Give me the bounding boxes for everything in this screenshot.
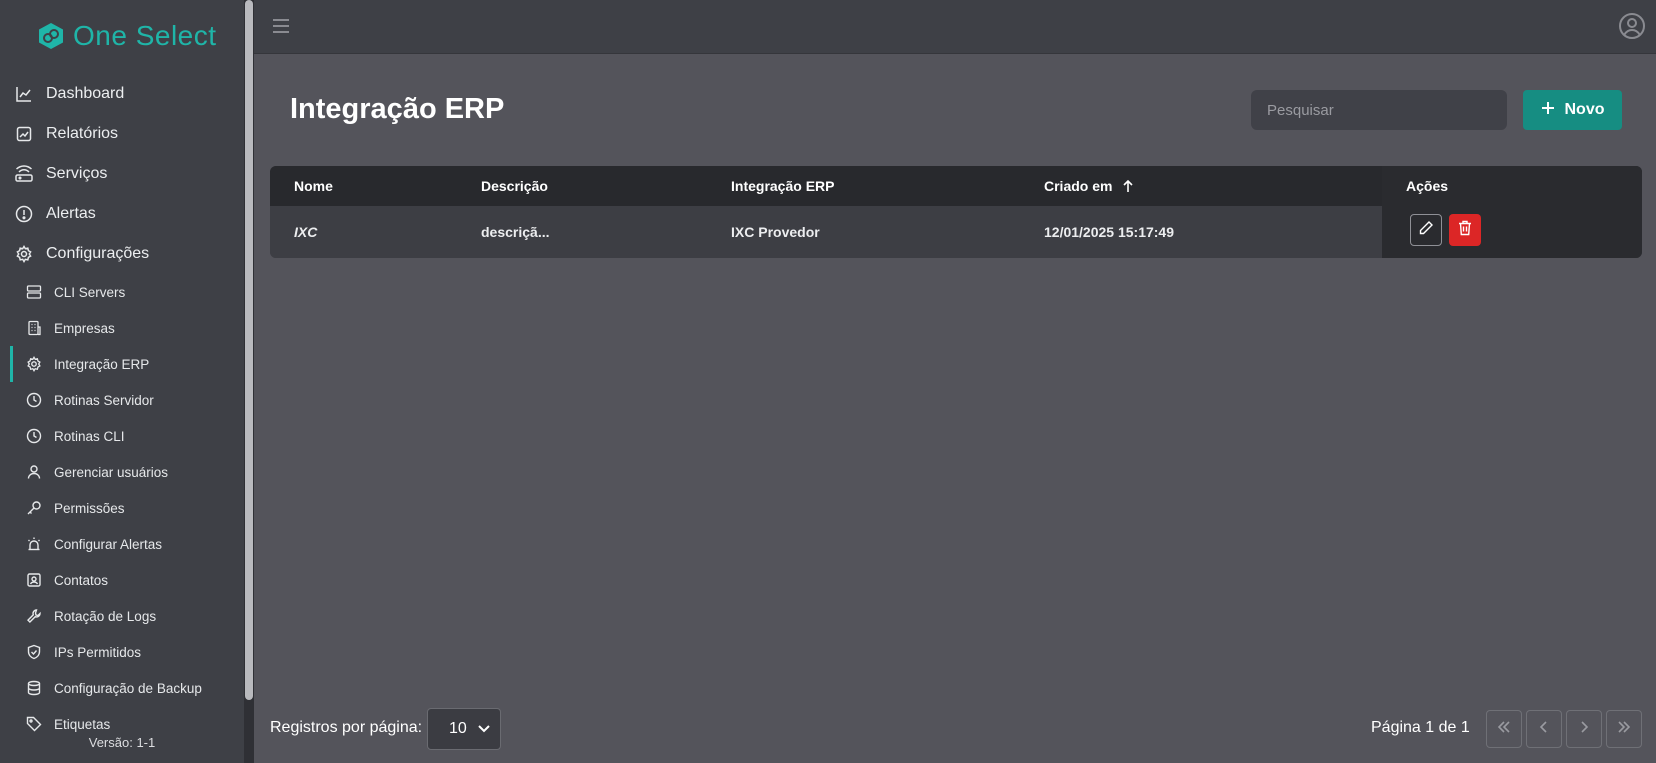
cell-integracao: IXC Provedor [731, 224, 820, 240]
search-input[interactable] [1251, 90, 1507, 130]
column-header-descricao[interactable]: Descrição [481, 166, 548, 206]
siren-icon [26, 536, 42, 552]
logo-icon [37, 22, 65, 50]
cell-criado: 12/01/2025 15:17:49 [1044, 224, 1174, 240]
brand-logo[interactable]: One Select [37, 20, 217, 52]
app-version: Versão: 1-1 [88, 735, 156, 750]
sidebar-item-rotinas-servidor[interactable]: Rotinas Servidor [0, 382, 244, 418]
sort-ascending-icon[interactable] [1122, 179, 1134, 198]
database-icon [26, 680, 42, 696]
cell-nome: IXC [294, 224, 318, 240]
per-page-value: 10 [449, 720, 467, 737]
alert-icon [14, 204, 34, 224]
sidebar-item-label: Configurar Alertas [54, 536, 163, 552]
report-icon [14, 124, 34, 144]
sidebar-item-label: Rotinas Servidor [54, 392, 154, 408]
user-icon [26, 464, 42, 480]
delete-button[interactable] [1449, 214, 1481, 246]
sidebar-item-label: Dashboard [46, 85, 125, 102]
wrench-icon [26, 608, 42, 624]
sidebar-item-relatorios[interactable]: Relatórios [0, 114, 244, 154]
sidebar-item-label: Serviços [46, 165, 108, 182]
page-info: Página 1 de 1 [1371, 719, 1470, 736]
sidebar-item-ips-permitidos[interactable]: IPs Permitidos [0, 634, 244, 670]
column-header-criado[interactable]: Criado em [1044, 166, 1112, 206]
sidebar-item-label: Contatos [54, 572, 109, 588]
sidebar-item-label: Configurações [46, 245, 150, 262]
sidebar-item-label: Configuração de Backup [54, 680, 202, 696]
gear-icon [14, 244, 34, 264]
sidebar-item-label: Integração ERP [54, 356, 150, 372]
sidebar-item-label: Gerenciar usuários [54, 464, 169, 480]
building-icon [26, 320, 42, 336]
double-chevron-right-icon [1616, 720, 1632, 739]
sidebar-item-servicos[interactable]: Serviços [0, 154, 244, 194]
sidebar-item-configuracoes[interactable]: Configurações [0, 234, 244, 274]
router-icon [14, 164, 34, 184]
column-header-nome[interactable]: Nome [294, 166, 333, 206]
sidebar-item-label: CLI Servers [54, 284, 126, 300]
cell-descricao: descriçã... [481, 224, 550, 240]
chart-icon [14, 84, 34, 104]
column-header-acoes: Ações [1406, 178, 1449, 194]
column-header-integracao[interactable]: Integração ERP [731, 166, 834, 206]
sidebar-main-nav: Dashboard Relatórios Serviços Alertas Co… [0, 74, 244, 274]
topbar [254, 0, 1656, 54]
sidebar-item-label: Relatórios [46, 125, 119, 142]
tag-icon [26, 716, 42, 732]
sidebar-item-gerenciar-usuarios[interactable]: Gerenciar usuários [0, 454, 244, 490]
per-page-label: Registros por página: [270, 719, 423, 736]
chevron-left-icon [1539, 720, 1549, 739]
sidebar-item-label: Rotinas CLI [54, 428, 125, 444]
next-page-button[interactable] [1566, 710, 1602, 748]
scrollbar-thumb[interactable] [245, 0, 253, 700]
shield-icon [26, 644, 42, 660]
sidebar-item-label: Etiquetas [54, 716, 111, 732]
brand-name: One Select [73, 20, 217, 51]
data-table: Nome Descrição Integração ERP Criado em … [270, 166, 1642, 258]
chevron-down-icon [478, 720, 490, 738]
per-page-select[interactable]: 10 [427, 708, 501, 750]
double-chevron-left-icon [1496, 720, 1512, 739]
sidebar-item-cli-servers[interactable]: CLI Servers [0, 274, 244, 310]
sidebar-item-label: IPs Permitidos [54, 644, 142, 660]
sidebar-item-integracao-erp[interactable]: Integração ERP [0, 346, 244, 382]
sidebar-scrollbar[interactable] [244, 0, 254, 763]
pencil-icon [1418, 220, 1434, 241]
previous-page-button[interactable] [1526, 710, 1562, 748]
sidebar-item-alertas[interactable]: Alertas [0, 194, 244, 234]
sidebar-item-label: Rotação de Logs [54, 608, 157, 624]
page-title: Integração ERP [290, 93, 505, 125]
clock-icon [26, 428, 42, 444]
trash-icon [1458, 220, 1472, 241]
sidebar-config-submenu: CLI Servers Empresas Integração ERP Roti… [0, 274, 244, 742]
gear-icon [26, 356, 42, 372]
sidebar-item-rotacao-logs[interactable]: Rotação de Logs [0, 598, 244, 634]
sidebar-item-contatos[interactable]: Contatos [0, 562, 244, 598]
user-avatar-icon[interactable] [1618, 12, 1646, 40]
new-button[interactable]: Novo [1523, 90, 1622, 130]
sidebar: One Select Dashboard Relatórios Serviços… [0, 0, 254, 763]
clock-icon [26, 392, 42, 408]
contact-icon [26, 572, 42, 588]
chevron-right-icon [1579, 720, 1589, 739]
sidebar-item-label: Permissões [54, 500, 125, 516]
menu-toggle-icon[interactable] [270, 15, 292, 37]
new-button-label: Novo [1564, 101, 1605, 118]
key-icon [26, 500, 42, 516]
sidebar-item-label: Alertas [46, 205, 96, 222]
first-page-button[interactable] [1486, 710, 1522, 748]
plus-icon [1541, 101, 1555, 120]
server-icon [26, 284, 42, 300]
sidebar-item-rotinas-cli[interactable]: Rotinas CLI [0, 418, 244, 454]
sidebar-item-empresas[interactable]: Empresas [0, 310, 244, 346]
sidebar-item-label: Empresas [54, 320, 115, 336]
edit-button[interactable] [1410, 214, 1442, 246]
sidebar-item-configurar-alertas[interactable]: Configurar Alertas [0, 526, 244, 562]
sidebar-item-permissoes[interactable]: Permissões [0, 490, 244, 526]
last-page-button[interactable] [1606, 710, 1642, 748]
sidebar-item-dashboard[interactable]: Dashboard [0, 74, 244, 114]
sidebar-item-configuracao-backup[interactable]: Configuração de Backup [0, 670, 244, 706]
